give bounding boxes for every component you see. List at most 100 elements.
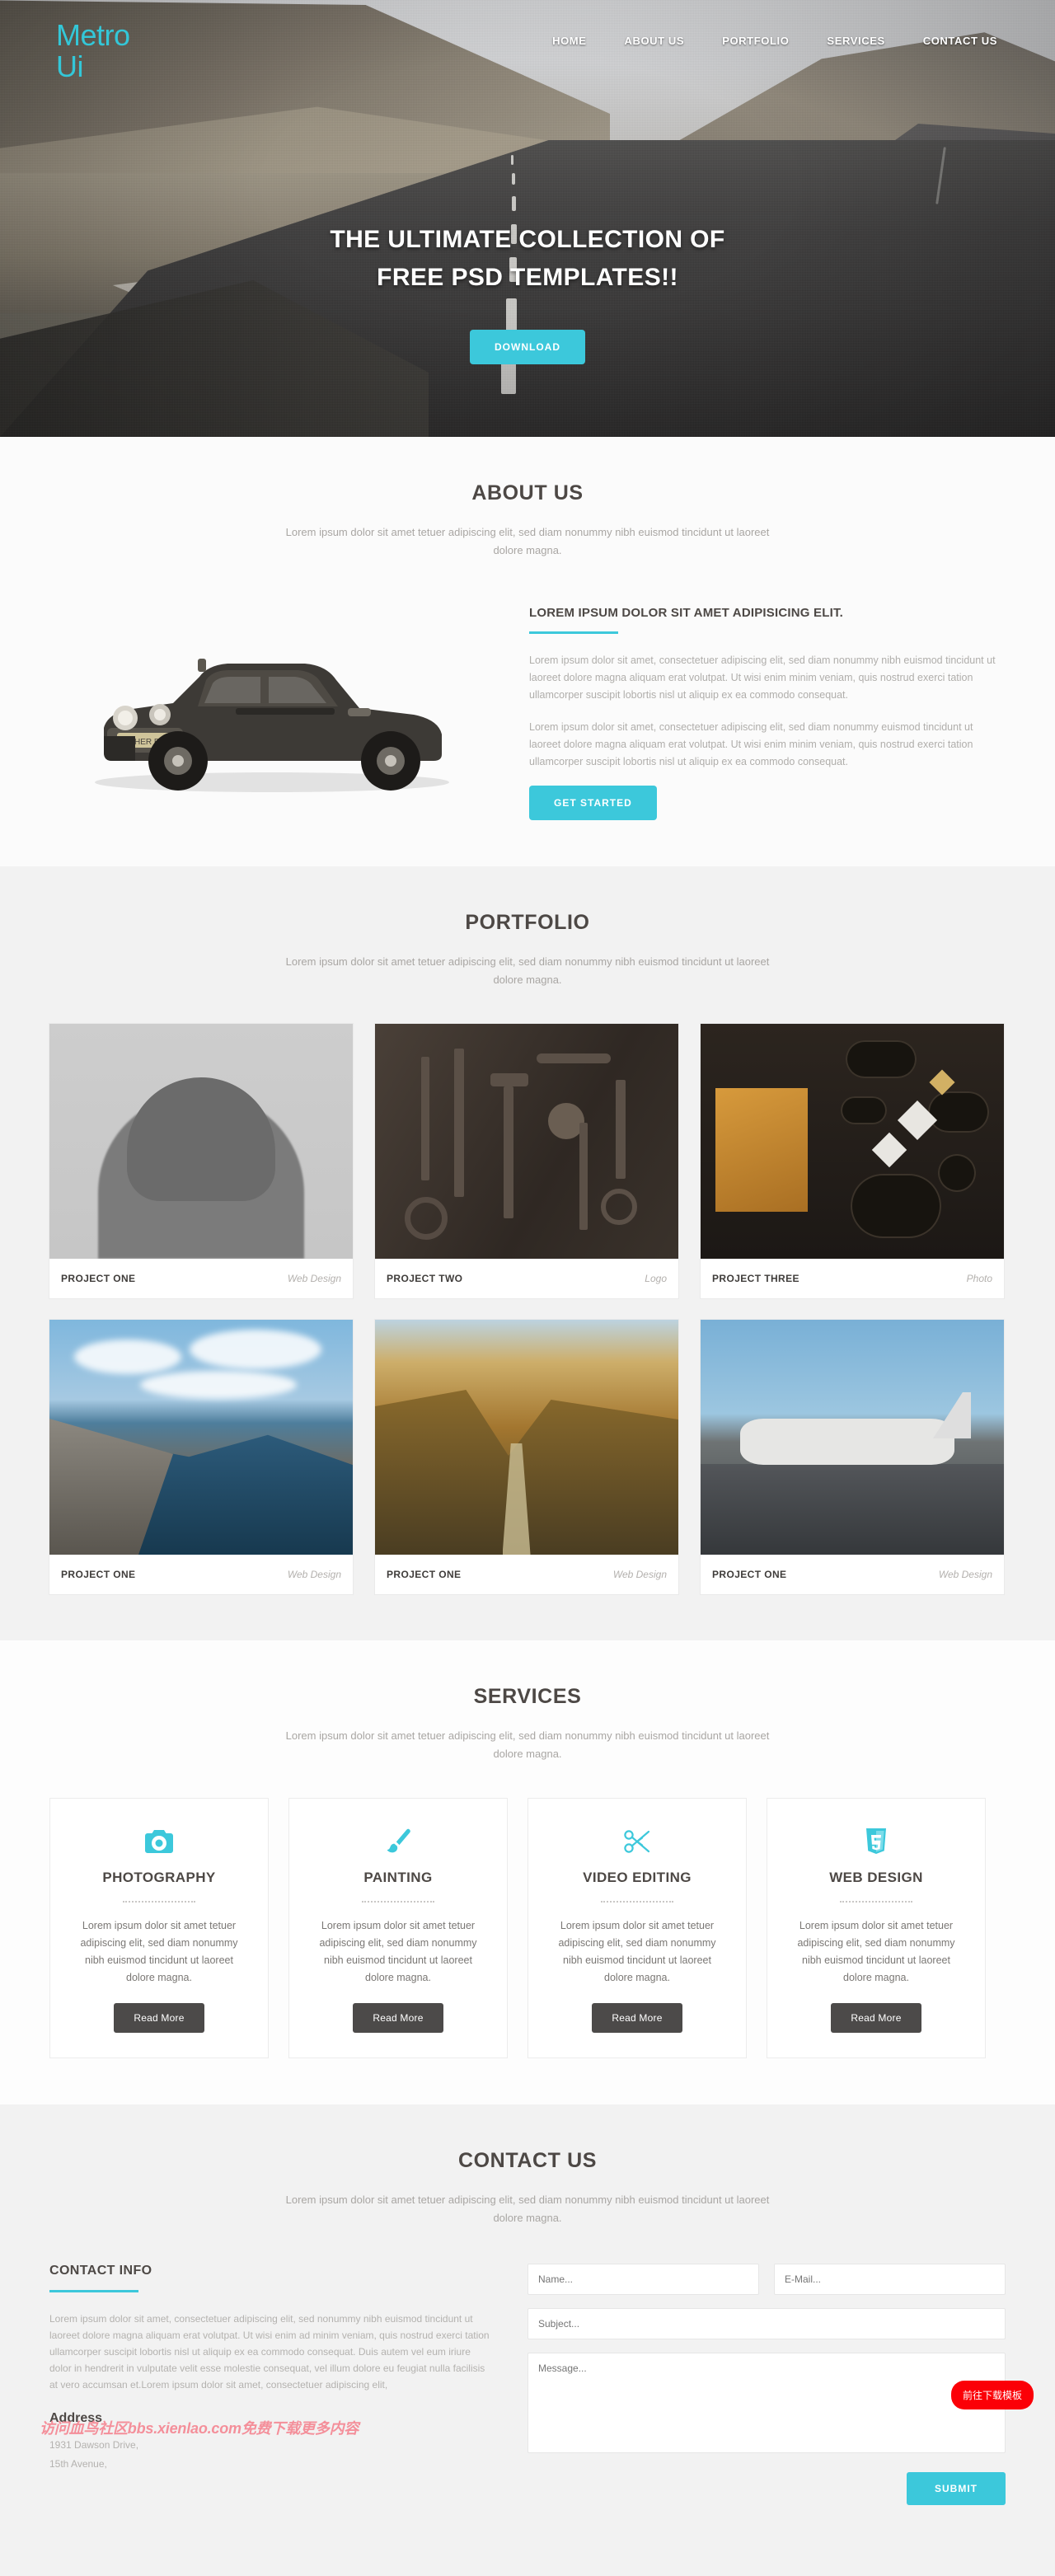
portfolio-thumbnail[interactable]: [701, 1024, 1004, 1259]
service-divider: [362, 1901, 434, 1903]
portfolio-card-category: Web Design: [938, 1569, 992, 1580]
contact-info-body: Lorem ipsum dolor sit amet, consectetuer…: [49, 2313, 490, 2391]
read-more-button[interactable]: Read More: [831, 2003, 921, 2033]
contact-title: CONTACT US: [457, 2149, 598, 2172]
about-subtitle: Lorem ipsum dolor sit amet tetuer adipis…: [285, 526, 770, 556]
scissors-icon: [548, 1823, 726, 1860]
paintbrush-icon: [309, 1823, 487, 1860]
contact-accent-rule: [49, 2290, 138, 2292]
read-more-button[interactable]: Read More: [114, 2003, 204, 2033]
hero-headline-line-2: FREE PSD TEMPLATES!!: [377, 264, 678, 291]
name-input[interactable]: [528, 2264, 759, 2295]
read-more-button[interactable]: Read More: [353, 2003, 443, 2033]
service-heading: PAINTING: [363, 1870, 433, 1885]
about-paragraph-1: Lorem ipsum dolor sit amet, consectetuer…: [529, 655, 996, 701]
about-title: ABOUT US: [471, 481, 584, 504]
service-heading: WEB DESIGN: [829, 1870, 923, 1885]
portfolio-card-category: Web Design: [612, 1569, 667, 1580]
portfolio-card-title: PROJECT THREE: [712, 1273, 799, 1284]
service-body: Lorem ipsum dolor sit amet tetuer adipis…: [797, 1920, 955, 1983]
site-watermark: 访问血鸟社区bbs.xienlao.com免费下载更多内容: [40, 2420, 359, 2437]
service-body: Lorem ipsum dolor sit amet tetuer adipis…: [319, 1920, 477, 1983]
top-navigation-bar: Metro Ui HOME ABOUT US PORTFOLIO SERVICE…: [0, 0, 1055, 82]
about-accent-rule: [529, 631, 618, 634]
about-paragraph-2: Lorem ipsum dolor sit amet, consectetuer…: [529, 721, 973, 767]
logo-line-1: Metro: [56, 18, 130, 52]
service-divider: [123, 1901, 195, 1903]
contact-section: CONTACT US Lorem ipsum dolor sit amet te…: [0, 2104, 1055, 2576]
portfolio-title: PORTFOLIO: [465, 911, 590, 934]
portfolio-card[interactable]: PROJECT TWO Logo: [375, 1024, 678, 1298]
services-subtitle: Lorem ipsum dolor sit amet tetuer adipis…: [285, 1729, 770, 1760]
portfolio-card-title: PROJECT ONE: [712, 1569, 787, 1580]
hero-section: Metro Ui HOME ABOUT US PORTFOLIO SERVICE…: [0, 0, 1055, 437]
portfolio-thumbnail[interactable]: [701, 1320, 1004, 1555]
submit-button[interactable]: SUBMIT: [907, 2472, 1006, 2505]
portfolio-card-title: PROJECT ONE: [61, 1273, 136, 1284]
subject-input[interactable]: [528, 2308, 1006, 2339]
address-line-1: 1931 Dawson Drive,: [49, 2439, 139, 2451]
contact-subtitle: Lorem ipsum dolor sit amet tetuer adipis…: [285, 2194, 770, 2224]
contact-info-heading: CONTACT INFO: [49, 2264, 152, 2278]
vintage-car-illustration: GASHER BOY: [95, 659, 449, 792]
contact-form: SUBMIT: [528, 2264, 1006, 2505]
service-divider: [601, 1901, 673, 1903]
portfolio-section: PORTFOLIO Lorem ipsum dolor sit amet tet…: [0, 866, 1055, 1640]
portfolio-card[interactable]: PROJECT ONE Web Design: [49, 1320, 353, 1594]
portfolio-subtitle: Lorem ipsum dolor sit amet tetuer adipis…: [285, 955, 770, 986]
portfolio-card-category: Photo: [966, 1273, 992, 1284]
nav-item-services[interactable]: SERVICES: [827, 35, 884, 47]
services-grid: PHOTOGRAPHY Lorem ipsum dolor sit amet t…: [49, 1798, 1006, 2058]
message-textarea[interactable]: [528, 2353, 1006, 2453]
portfolio-card-category: Logo: [645, 1273, 667, 1284]
contact-info-block: CONTACT INFO Lorem ipsum dolor sit amet,…: [49, 2264, 495, 2505]
portfolio-grid-row-1: PROJECT ONE Web Design PROJECT TWO Logo …: [49, 1024, 1006, 1298]
portfolio-grid-row-2: PROJECT ONE Web Design PROJECT ONE Web D…: [49, 1320, 1006, 1594]
portfolio-card[interactable]: PROJECT ONE Web Design: [701, 1320, 1004, 1594]
hero-headline: THE ULTIMATE COLLECTION OF FREE PSD TEMP…: [0, 221, 1055, 297]
service-card-web-design: WEB DESIGN Lorem ipsum dolor sit amet te…: [767, 1798, 986, 2058]
logo-line-2: Ui: [56, 49, 84, 83]
read-more-button[interactable]: Read More: [592, 2003, 682, 2033]
address-line-2: 15th Avenue,: [49, 2458, 107, 2470]
download-template-badge[interactable]: 前往下载模板: [950, 2381, 1034, 2409]
site-logo[interactable]: Metro Ui: [49, 0, 148, 82]
hero-content: THE ULTIMATE COLLECTION OF FREE PSD TEMP…: [0, 221, 1055, 364]
html5-icon: [787, 1823, 965, 1860]
portfolio-card-title: PROJECT ONE: [387, 1569, 462, 1580]
about-heading: LOREM IPSUM DOLOR SIT AMET ADIPISICING E…: [529, 606, 844, 620]
service-heading: VIDEO EDITING: [583, 1870, 692, 1885]
nav-item-contact-us[interactable]: CONTACT US: [923, 35, 997, 47]
portfolio-thumbnail[interactable]: [49, 1320, 353, 1555]
about-section: ABOUT US Lorem ipsum dolor sit amet tetu…: [0, 437, 1055, 866]
nav-item-portfolio[interactable]: PORTFOLIO: [722, 35, 789, 47]
portfolio-card[interactable]: PROJECT THREE Photo: [701, 1024, 1004, 1298]
portfolio-thumbnail[interactable]: [375, 1024, 678, 1259]
portfolio-card-category: Web Design: [287, 1569, 341, 1580]
service-body: Lorem ipsum dolor sit amet tetuer adipis…: [558, 1920, 716, 1983]
hero-download-button[interactable]: DOWNLOAD: [470, 330, 585, 364]
camera-icon: [70, 1823, 248, 1860]
services-title: SERVICES: [473, 1685, 582, 1708]
service-card-video-editing: VIDEO EDITING Lorem ipsum dolor sit amet…: [528, 1798, 747, 2058]
portfolio-thumbnail[interactable]: [49, 1024, 353, 1259]
get-started-button[interactable]: GET STARTED: [529, 786, 657, 820]
portfolio-card[interactable]: PROJECT ONE Web Design: [375, 1320, 678, 1594]
service-body: Lorem ipsum dolor sit amet tetuer adipis…: [80, 1920, 238, 1983]
service-card-photography: PHOTOGRAPHY Lorem ipsum dolor sit amet t…: [49, 1798, 269, 2058]
portfolio-card-title: PROJECT ONE: [61, 1569, 136, 1580]
page-root: Metro Ui HOME ABOUT US PORTFOLIO SERVICE…: [0, 0, 1055, 2576]
service-divider: [840, 1901, 912, 1903]
email-input[interactable]: [774, 2264, 1006, 2295]
services-section: SERVICES Lorem ipsum dolor sit amet tetu…: [0, 1640, 1055, 2104]
portfolio-card-category: Web Design: [287, 1273, 341, 1284]
hero-headline-line-1: THE ULTIMATE COLLECTION OF: [330, 226, 725, 253]
service-heading: PHOTOGRAPHY: [102, 1870, 216, 1885]
portfolio-thumbnail[interactable]: [375, 1320, 678, 1555]
portfolio-card-title: PROJECT TWO: [387, 1273, 463, 1284]
main-menu: HOME ABOUT US PORTFOLIO SERVICES CONTACT…: [552, 0, 1006, 47]
nav-item-about-us[interactable]: ABOUT US: [624, 35, 684, 47]
service-card-painting: PAINTING Lorem ipsum dolor sit amet tetu…: [288, 1798, 508, 2058]
portfolio-card[interactable]: PROJECT ONE Web Design: [49, 1024, 353, 1298]
nav-item-home[interactable]: HOME: [552, 35, 586, 47]
